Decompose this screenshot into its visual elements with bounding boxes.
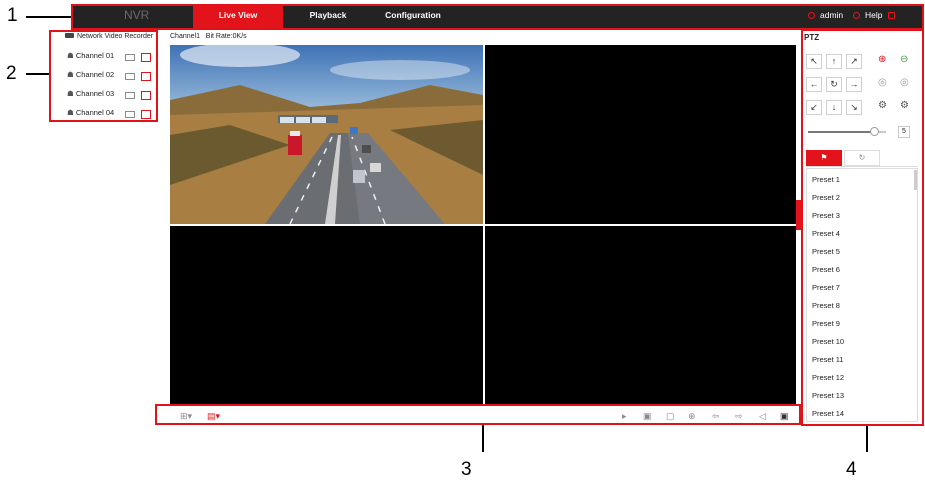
callout-box-top-nav	[71, 4, 924, 30]
callout-leader-2	[26, 73, 50, 75]
callout-box-device-tree	[49, 30, 158, 122]
callout-number-3: 3	[461, 459, 472, 480]
callout-number-2: 2	[6, 63, 17, 84]
highway-camera-feed	[170, 45, 483, 224]
callout-number-4: 4	[846, 459, 857, 480]
video-pane-4[interactable]	[485, 226, 796, 404]
stream-info: Channel1 Bit Rate:0K/s	[170, 33, 247, 40]
callout-leader-1	[26, 16, 72, 18]
callout-box-ptz-panel	[801, 29, 924, 426]
callout-leader-4	[866, 425, 868, 452]
video-pane-1[interactable]	[170, 45, 483, 224]
video-pane-3[interactable]	[170, 226, 483, 404]
video-pane-2[interactable]	[485, 45, 796, 224]
callout-number-1: 1	[7, 5, 18, 26]
callout-leader-3	[482, 425, 484, 452]
callout-box-toolbar	[155, 404, 801, 425]
